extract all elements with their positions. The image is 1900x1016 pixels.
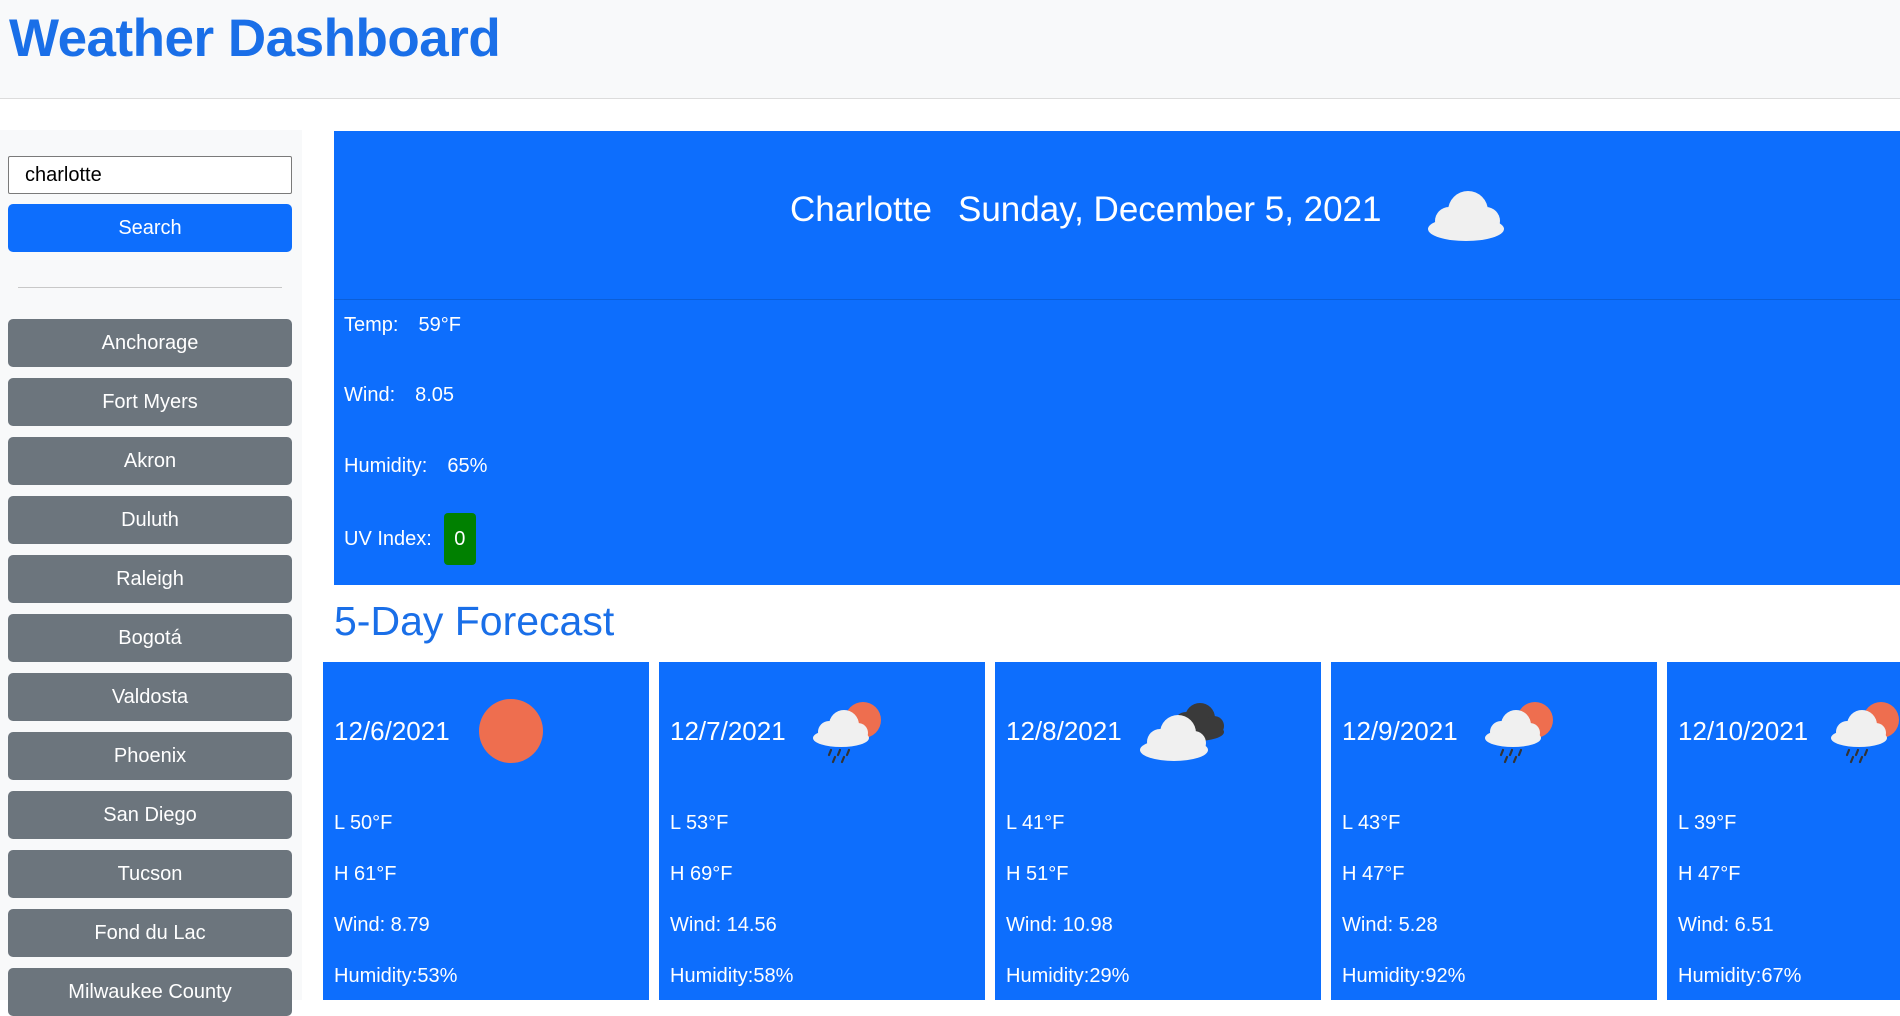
forecast-low: L 53°F — [670, 812, 729, 834]
history-button-fond-du-lac[interactable]: Fond du Lac — [8, 909, 292, 957]
rain-sun-icon — [1481, 698, 1553, 769]
history-button-valdosta[interactable]: Valdosta — [8, 673, 292, 721]
humidity-row: Humidity: 65% — [344, 455, 487, 478]
history-button-tucson[interactable]: Tucson — [8, 850, 292, 898]
humidity-label: Humidity: — [344, 455, 428, 477]
temp-label: Temp: — [344, 314, 399, 336]
forecast-card: 12/6/2021 L 50°F H 61°F Wind: 8.79 Humid… — [323, 662, 649, 1000]
forecast-humidity: Humidity:58% — [670, 965, 794, 987]
temp-value: 59°F — [418, 314, 461, 336]
forecast-date: 12/6/2021 — [334, 716, 450, 746]
forecast-card: 12/8/2021 L 41°F H 51°F Wind: 10.98 Humi… — [995, 662, 1321, 1000]
wind-label: Wind: — [344, 384, 396, 406]
forecast-low: L 50°F — [334, 812, 393, 834]
forecast-humidity: Humidity:67% — [1678, 965, 1802, 987]
forecast-wind: Wind: 10.98 — [1006, 914, 1113, 936]
sun-icon — [478, 698, 544, 769]
forecast-wind: Wind: 14.56 — [670, 914, 777, 936]
history-button-milwaukee-county[interactable]: Milwaukee County — [8, 968, 292, 1016]
forecast-card: 12/7/2021 L 53°F H 69°F Wind: 14.56 Humi… — [659, 662, 985, 1000]
uv-index-badge: 0 — [443, 513, 476, 565]
rain-sun-icon — [1827, 698, 1899, 769]
forecast-title: 5-Day Forecast — [334, 598, 615, 644]
history-button-duluth[interactable]: Duluth — [8, 496, 292, 544]
forecast-wind: Wind: 8.79 — [334, 914, 430, 936]
history-button-anchorage[interactable]: Anchorage — [8, 319, 292, 367]
forecast-high: H 47°F — [1342, 863, 1405, 885]
forecast-card: 12/10/2021 L 39°F H 47°F Wind: 6.51 Humi… — [1667, 662, 1900, 1000]
uv-row: UV Index: 0 — [344, 513, 476, 565]
current-weather-header: Charlotte Sunday, December 5, 2021 — [334, 131, 1900, 300]
history-button-phoenix[interactable]: Phoenix — [8, 732, 292, 780]
sidebar-divider — [18, 287, 282, 288]
search-input[interactable] — [8, 156, 292, 194]
history-button-raleigh[interactable]: Raleigh — [8, 555, 292, 603]
wind-row: Wind: 8.05 — [344, 384, 454, 407]
forecast-date: 12/9/2021 — [1342, 716, 1458, 746]
current-date: Sunday, December 5, 2021 — [958, 190, 1382, 229]
forecast-high: H 69°F — [670, 863, 733, 885]
history-button-akron[interactable]: Akron — [8, 437, 292, 485]
search-button[interactable]: Search — [8, 204, 292, 252]
history-button-fort-myers[interactable]: Fort Myers — [8, 378, 292, 426]
forecast-date: 12/10/2021 — [1678, 716, 1809, 746]
rain-sun-icon — [809, 698, 881, 769]
wind-value: 8.05 — [415, 384, 455, 406]
temp-row: Temp: 59°F — [344, 314, 461, 337]
forecast-low: L 41°F — [1006, 812, 1065, 834]
forecast-high: H 61°F — [334, 863, 397, 885]
forecast-card: 12/9/2021 L 43°F H 47°F Wind: 5.28 Humid… — [1331, 662, 1657, 1000]
uv-label: UV Index: — [344, 527, 432, 550]
overcast-icon — [1136, 698, 1228, 769]
forecast-humidity: Humidity:29% — [1006, 965, 1130, 987]
forecast-wind: Wind: 6.51 — [1678, 914, 1774, 936]
header: Weather Dashboard — [0, 0, 1900, 99]
forecast-wind: Wind: 5.28 — [1342, 914, 1438, 936]
cloud-icon — [1424, 183, 1508, 248]
forecast-high: H 51°F — [1006, 863, 1069, 885]
forecast-date: 12/8/2021 — [1006, 716, 1122, 746]
forecast-low: L 39°F — [1678, 812, 1737, 834]
forecast-date: 12/7/2021 — [670, 716, 786, 746]
humidity-value: 65% — [447, 455, 488, 477]
page-title: Weather Dashboard — [9, 9, 501, 68]
history-button-bogota[interactable]: Bogotá — [8, 614, 292, 662]
forecast-high: H 47°F — [1678, 863, 1741, 885]
forecast-humidity: Humidity:92% — [1342, 965, 1466, 987]
forecast-low: L 43°F — [1342, 812, 1401, 834]
current-city: Charlotte — [790, 190, 933, 229]
forecast-humidity: Humidity:53% — [334, 965, 458, 987]
current-weather-panel: Charlotte Sunday, December 5, 2021 Temp:… — [334, 131, 1900, 585]
history-button-san-diego[interactable]: San Diego — [8, 791, 292, 839]
